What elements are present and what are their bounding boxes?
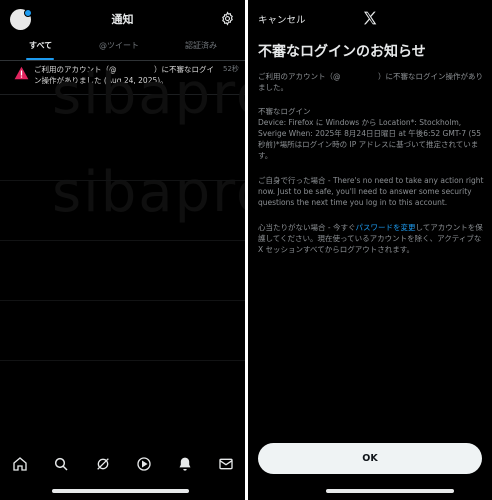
play-icon[interactable] <box>136 456 152 472</box>
page-title: 通知 <box>111 13 134 26</box>
tab-verified[interactable]: 認証済み <box>185 40 217 51</box>
login-details: Device: Firefox に Windows から Location*: … <box>258 118 482 160</box>
mail-icon[interactable] <box>218 456 234 472</box>
change-password-link[interactable]: パスワードを変更 <box>355 223 415 232</box>
login-details-section: 不審なログイン Device: Firefox に Windows から Loc… <box>258 106 484 161</box>
not-you-prefix: 心当たりがない場合 - 今すぐ <box>258 223 356 232</box>
home-indicator <box>326 489 454 493</box>
tab-all[interactable]: すべて <box>29 40 52 51</box>
home-icon[interactable] <box>12 456 28 472</box>
gear-icon[interactable] <box>220 11 235 26</box>
if-you-section: ご自身で行った場合 - There's no need to take any … <box>258 176 484 207</box>
divider <box>0 360 245 361</box>
page-title: 不審なログインのお知らせ <box>258 44 426 60</box>
x-logo-icon <box>362 10 378 26</box>
bell-icon[interactable] <box>177 456 193 472</box>
login-heading: 不審なログイン <box>258 107 311 116</box>
divider <box>0 180 245 181</box>
background-watermark: sibapro <box>52 62 245 127</box>
notifications-screen: 通知 すべて @ツイート 認証済み ご利用のアカウント（@ ）に不審なログイン操… <box>0 0 245 500</box>
not-you-section: 心当たりがない場合 - 今すぐパスワードを変更してアカウントを保護してください。… <box>258 222 484 255</box>
cancel-button[interactable]: キャンセル <box>258 12 306 26</box>
grok-icon[interactable] <box>95 456 111 472</box>
warning-icon <box>14 66 29 80</box>
ok-button[interactable]: OK <box>258 443 482 474</box>
notification-tabs: すべて @ツイート 認証済み <box>0 36 245 61</box>
divider <box>0 240 245 241</box>
alert-intro: ご利用のアカウント（@ ）に不審なログイン操作がありました。 <box>258 72 483 92</box>
search-icon[interactable] <box>53 456 69 472</box>
divider <box>0 300 245 301</box>
tab-mentions[interactable]: @ツイート <box>99 40 139 51</box>
background-watermark: sibapro <box>52 160 245 225</box>
home-indicator <box>52 489 189 493</box>
alert-screen: キャンセル 不審なログインのお知らせ ご利用のアカウント（@ ）に不審なログイン… <box>248 0 492 500</box>
bottom-navigation <box>0 450 245 478</box>
